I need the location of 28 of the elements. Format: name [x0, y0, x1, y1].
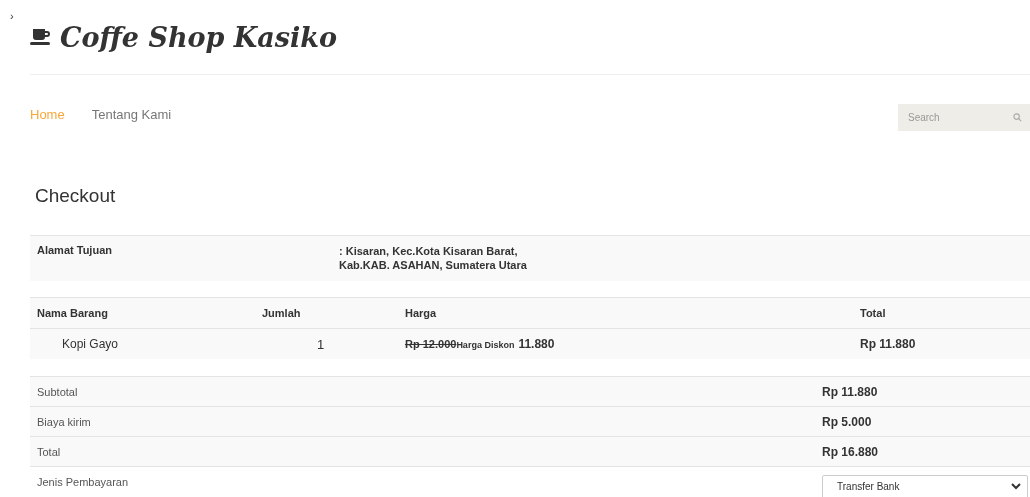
nav-link[interactable]: Tentang Kami — [91, 106, 172, 122]
summary-value: Rp 16.880 — [822, 444, 879, 459]
column-header: Harga — [405, 307, 438, 319]
discount-label: Harga Diskon — [456, 340, 515, 350]
table-cell-text: Kopi Gayo — [61, 337, 120, 351]
payment-select[interactable]: Transfer Bank — [822, 474, 1028, 497]
summary-label: Subtotal — [37, 385, 79, 398]
chevron-down-icon[interactable] — [1011, 483, 1021, 490]
summary-label: Biaya kirim — [37, 415, 92, 428]
table-cell-text: 1 — [316, 336, 326, 352]
column-header: Jumlah — [262, 307, 302, 319]
payment-label: Jenis Pembayaran — [37, 475, 130, 488]
page-heading: Checkout — [35, 184, 117, 208]
column-header: Total — [860, 307, 886, 319]
original-price: Rp 12.000 — [405, 338, 457, 350]
summary-value: Rp 5.000 — [822, 414, 872, 429]
discount-price: 11.880 — [518, 337, 555, 351]
table-cell: Rp 11.880 — [860, 337, 916, 351]
address-line: : Kisaran, Kec.Kota Kisaran Barat, — [339, 244, 519, 258]
corner-mark: › — [10, 10, 14, 22]
address-label: Alamat Tujuan — [37, 244, 113, 258]
search-field[interactable]: Search — [898, 103, 1030, 131]
address-line: Kab.KAB. ASAHAN, Sumatera Utara — [339, 258, 527, 272]
summary-value: Rp 11.880 — [822, 384, 878, 399]
column-header: Nama Barang — [37, 307, 109, 319]
summary-label: Total — [37, 445, 62, 458]
site-logo[interactable]: Coffe Shop Kasiko — [60, 21, 337, 53]
coffee-cup-icon — [30, 28, 52, 46]
